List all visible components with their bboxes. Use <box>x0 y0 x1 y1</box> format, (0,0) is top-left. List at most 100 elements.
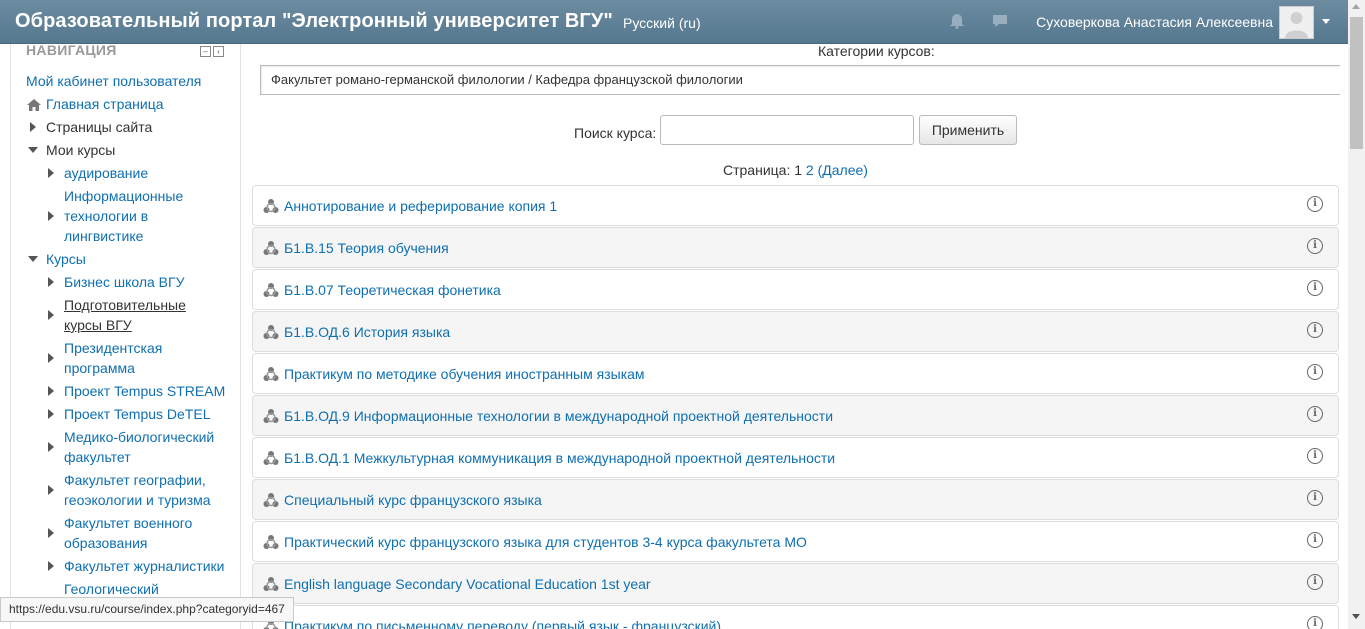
expand-arrow-icon[interactable] <box>48 353 54 363</box>
apply-search-button[interactable]: Применить <box>919 115 1017 145</box>
scroll-up-arrow-icon[interactable] <box>1352 4 1360 9</box>
course-icon <box>263 241 279 255</box>
nav-home[interactable]: Главная страница <box>46 94 164 114</box>
course-row[interactable]: Б1.В.15 Теория обучения i <box>252 227 1339 268</box>
nav-category-item[interactable]: Медико-биологический факультет <box>64 427 224 467</box>
course-icon <box>263 283 279 297</box>
course-search-input[interactable] <box>660 115 914 145</box>
nav-category-item[interactable]: Геологический <box>64 579 224 599</box>
page-scrollbar[interactable] <box>1348 0 1365 629</box>
expand-arrow-icon[interactable] <box>48 561 54 571</box>
course-title-link[interactable]: Б1.В.ОД.9 Информационные технологии в ме… <box>284 408 833 424</box>
course-title-link[interactable]: Практикум по методике обучения иностранн… <box>284 366 645 382</box>
course-row[interactable]: Б1.В.ОД.1 Межкультурная коммуникация в м… <box>252 437 1339 478</box>
top-navbar: Образовательный портал "Электронный унив… <box>0 0 1348 44</box>
info-icon[interactable]: i <box>1307 196 1323 212</box>
course-row[interactable]: Б1.В.ОД.9 Информационные технологии в ме… <box>252 395 1339 436</box>
bell-icon[interactable] <box>948 12 966 30</box>
course-icon <box>263 493 279 507</box>
chat-icon[interactable] <box>991 12 1009 30</box>
info-icon[interactable]: i <box>1307 532 1323 548</box>
site-title[interactable]: Образовательный портал "Электронный унив… <box>15 10 613 33</box>
nav-category-item[interactable]: Бизнес школа ВГУ <box>64 272 224 292</box>
expand-arrow-icon[interactable] <box>48 277 54 287</box>
course-title-link[interactable]: Б1.В.15 Теория обучения <box>284 240 449 256</box>
info-icon[interactable]: i <box>1307 238 1323 254</box>
scroll-down-arrow-icon[interactable] <box>1352 614 1360 619</box>
expand-arrow-icon[interactable] <box>48 528 54 538</box>
course-title-link[interactable]: Б1.В.07 Теоретическая фонетика <box>284 282 501 298</box>
user-avatar[interactable] <box>1279 6 1314 39</box>
course-title-link[interactable]: Специальный курс французского языка <box>284 492 542 508</box>
scrollbar-thumb[interactable] <box>1350 17 1363 149</box>
course-row[interactable]: Аннотирование и реферирование копия 1 i <box>252 185 1339 226</box>
info-icon[interactable]: i <box>1307 406 1323 422</box>
course-title-link[interactable]: Аннотирование и реферирование копия 1 <box>284 198 557 214</box>
info-icon[interactable]: i <box>1307 280 1323 296</box>
collapse-arrow-icon[interactable] <box>28 256 38 262</box>
pagination: Страница: 1 2 (Далее) <box>723 162 868 178</box>
expand-arrow-icon[interactable] <box>30 122 36 132</box>
home-icon <box>27 99 41 111</box>
category-select[interactable]: Факультет романо-германской филологии / … <box>260 65 1340 95</box>
language-menu[interactable]: Русский (ru) <box>623 15 701 31</box>
info-icon[interactable]: i <box>1307 448 1323 464</box>
browser-status-bar: https://edu.vsu.ru/course/index.php?cate… <box>0 597 294 622</box>
nav-my-courses[interactable]: Мои курсы <box>46 140 115 160</box>
nav-dashboard[interactable]: Мой кабинет пользователя <box>26 71 201 91</box>
course-row[interactable]: English language Secondary Vocational Ed… <box>252 563 1339 604</box>
nav-category-item[interactable]: Проект Tempus DeTEL <box>64 404 234 424</box>
course-icon <box>263 577 279 591</box>
course-row[interactable]: Б1.В.07 Теоретическая фонетика i <box>252 269 1339 310</box>
expand-arrow-icon[interactable] <box>48 211 54 221</box>
course-icon <box>263 535 279 549</box>
expand-arrow-icon[interactable] <box>48 409 54 419</box>
info-icon[interactable]: i <box>1307 616 1323 629</box>
navigation-title: НАВИГАЦИЯ <box>26 44 117 58</box>
nav-my-course-item[interactable]: аудирование <box>64 163 224 183</box>
expand-arrow-icon[interactable] <box>48 485 54 495</box>
info-icon[interactable]: i <box>1307 574 1323 590</box>
category-label: Категории курсов: <box>818 44 935 59</box>
user-menu-name[interactable]: Суховеркова Анастасия Алексеевна <box>1036 14 1273 30</box>
nav-my-course-item[interactable]: Информационные технологии в лингвистике <box>64 186 204 246</box>
pagination-page-link[interactable]: 2 <box>806 162 814 178</box>
nav-site-pages[interactable]: Страницы сайта <box>46 117 152 137</box>
expand-arrow-icon[interactable] <box>48 386 54 396</box>
nav-category-item[interactable]: Президентская программа <box>64 338 184 378</box>
main-content: Категории курсов: Факультет романо-герма… <box>241 44 1348 629</box>
course-icon <box>263 451 279 465</box>
dock-block-icon[interactable]: ‹ <box>213 46 224 57</box>
nav-category-item[interactable]: Факультет военного образования <box>64 513 204 553</box>
course-row[interactable]: Практический курс французского языка для… <box>252 521 1339 562</box>
info-icon[interactable]: i <box>1307 322 1323 338</box>
avatar-silhouette-icon <box>1280 7 1313 38</box>
nav-courses[interactable]: Курсы <box>46 249 86 269</box>
pagination-label: Страница: <box>723 162 791 178</box>
course-title-link[interactable]: Б1.В.ОД.1 Межкультурная коммуникация в м… <box>284 450 835 466</box>
expand-arrow-icon[interactable] <box>48 442 54 452</box>
expand-arrow-icon[interactable] <box>48 168 54 178</box>
nav-category-item[interactable]: Факультет географии, геоэкологии и туриз… <box>64 470 224 510</box>
pagination-next-link[interactable]: (Далее) <box>818 162 868 178</box>
block-controls: – ‹ <box>200 46 224 57</box>
course-title-link[interactable]: Практический курс французского языка для… <box>284 534 807 550</box>
course-row[interactable]: Б1.В.ОД.6 История языка i <box>252 311 1339 352</box>
nav-category-item[interactable]: Проект Tempus STREAM <box>64 381 234 401</box>
course-title-link[interactable]: English language Secondary Vocational Ed… <box>284 576 651 592</box>
course-title-link[interactable]: Практикум по письменному переводу (первы… <box>284 618 721 629</box>
user-menu-caret-icon[interactable] <box>1322 19 1330 24</box>
course-icon <box>263 409 279 423</box>
info-icon[interactable]: i <box>1307 490 1323 506</box>
course-title-link[interactable]: Б1.В.ОД.6 История языка <box>284 324 450 340</box>
info-icon[interactable]: i <box>1307 364 1323 380</box>
course-row[interactable]: Практикум по письменному переводу (первы… <box>252 605 1339 629</box>
nav-category-item[interactable]: Подготовительные курсы ВГУ <box>64 295 204 335</box>
course-row[interactable]: Практикум по методике обучения иностранн… <box>252 353 1339 394</box>
course-row[interactable]: Специальный курс французского языка i <box>252 479 1339 520</box>
collapse-arrow-icon[interactable] <box>28 147 38 153</box>
collapse-block-icon[interactable]: – <box>200 46 211 57</box>
expand-arrow-icon[interactable] <box>48 310 54 320</box>
nav-category-item[interactable]: Факультет журналистики <box>64 556 239 576</box>
search-label: Поиск курса: <box>574 125 657 141</box>
